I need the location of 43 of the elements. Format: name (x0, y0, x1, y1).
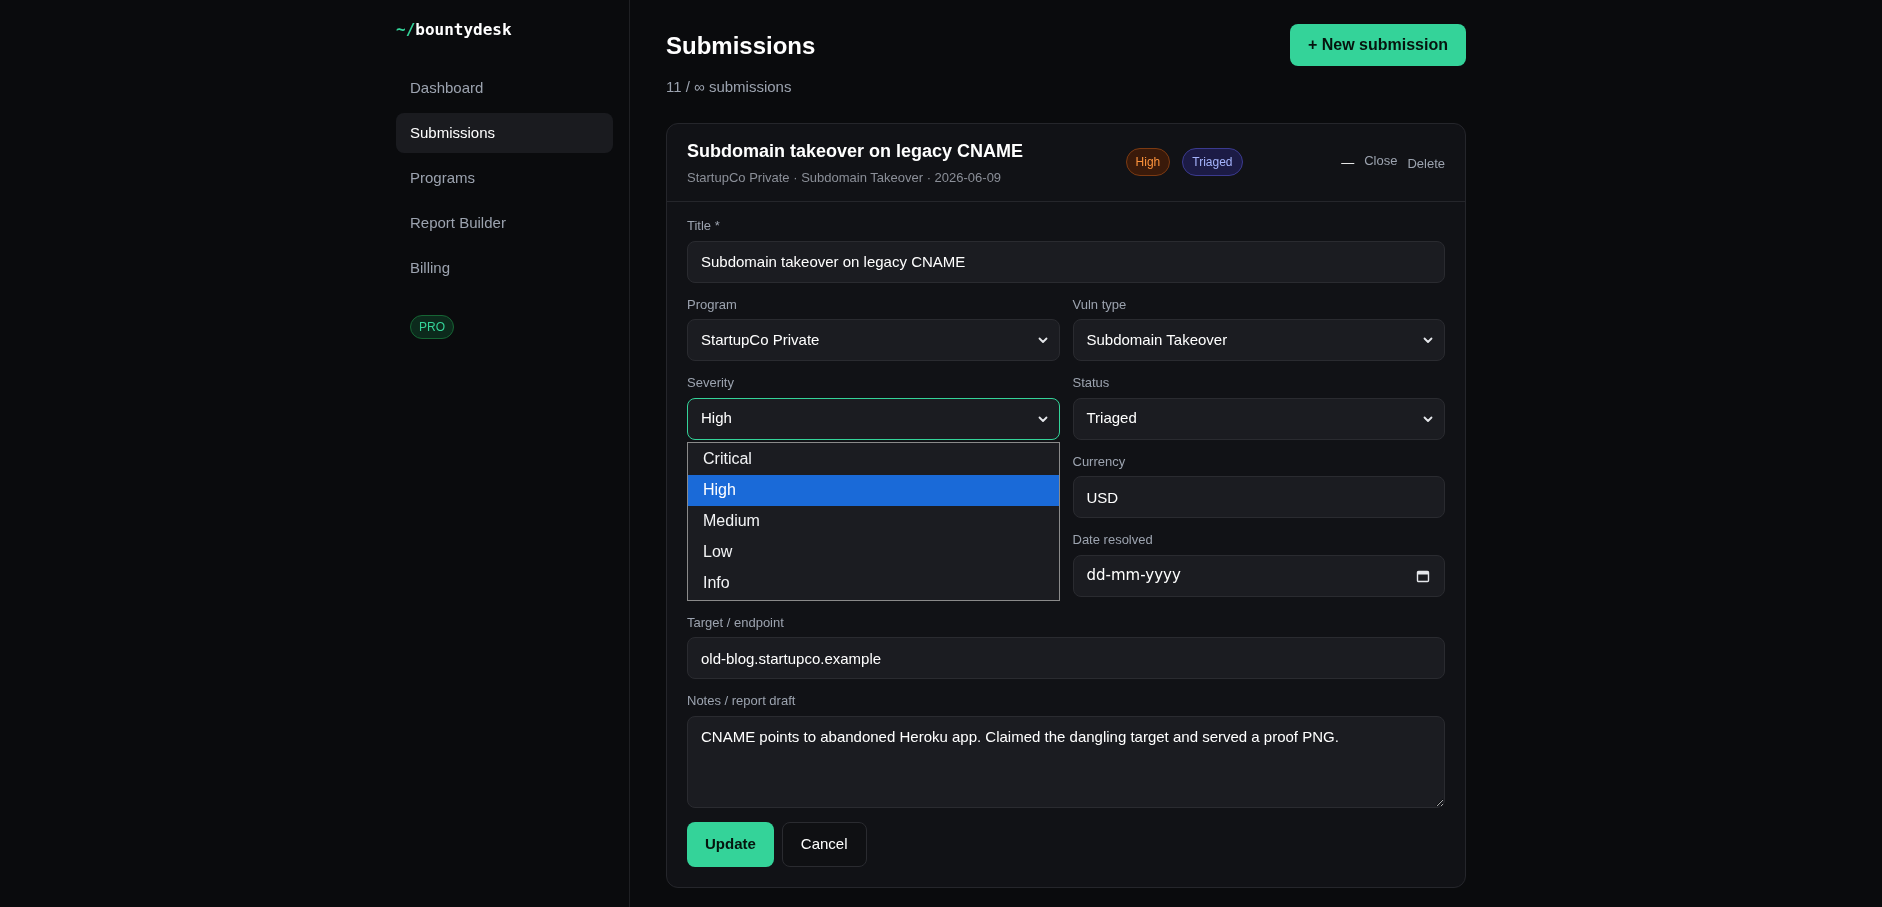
delete-link[interactable]: Delete (1407, 153, 1445, 173)
status-badge: Triaged (1182, 148, 1243, 177)
text-field[interactable]: Subdomain takeover on legacy CNAME (687, 240, 1445, 283)
field-label: Target / endpoint (687, 613, 785, 632)
text-field[interactable]: USD (1072, 476, 1445, 518)
dropdown-option[interactable]: High (688, 474, 1059, 506)
dropdown-option[interactable]: Low (688, 536, 1059, 568)
dropdown-option[interactable]: Medium (688, 505, 1059, 537)
select-field[interactable]: StartupCo Private (687, 319, 1060, 361)
sidebar-item[interactable]: Billing (396, 248, 613, 288)
field-label: Severity (687, 374, 735, 392)
select-field[interactable]: High (687, 397, 1060, 440)
select-field[interactable]: Subdomain Takeover (1072, 319, 1445, 361)
notes-field[interactable]: CNAME points to abandoned Heroku app. Claimed the dangling target and served a proof PNG. (687, 715, 1445, 808)
sidebar-item[interactable]: Submissions (396, 113, 613, 153)
plan-badge: PRO (410, 315, 454, 339)
field-label: Vuln type (1072, 295, 1128, 314)
submission-meta: StartupCo Private · Subdomain Takeover · 2026-06-09 (687, 168, 1003, 187)
new-submission-button[interactable]: + New submission (1289, 24, 1466, 66)
field-label: Title * (687, 217, 721, 235)
close-link[interactable]: Close (1364, 150, 1398, 170)
app-logo: ~/bountydesk (396, 19, 513, 41)
field-label: Program (687, 295, 738, 314)
collapse-glyph[interactable]: — (1341, 152, 1355, 172)
field-label: Currency (1072, 452, 1127, 471)
sidebar-item[interactable]: Report Builder (396, 203, 613, 243)
sidebar-item[interactable]: Programs (396, 158, 613, 198)
dropdown-option[interactable]: Critical (688, 443, 1059, 475)
cancel-button[interactable]: Cancel (781, 821, 867, 867)
text-field[interactable]: old-blog.startupco.example (687, 637, 1445, 679)
select-field[interactable]: Triaged (1072, 397, 1445, 440)
date-field[interactable]: dd-mm-yyyy (1072, 554, 1445, 597)
submission-title: Subdomain takeover on legacy CNAME (687, 139, 1025, 163)
sidebar-item[interactable]: Dashboard (396, 68, 613, 108)
update-button[interactable]: Update (687, 821, 774, 867)
page-title: Submissions (666, 32, 816, 60)
field-label: Date resolved (1072, 531, 1154, 549)
field-label: Status (1072, 374, 1111, 392)
severity-badge: High (1125, 148, 1171, 177)
calendar-icon (1416, 568, 1430, 583)
dropdown-option[interactable]: Info (688, 567, 1059, 599)
submission-count: 11 / ∞ submissions (666, 77, 793, 97)
field-label: Notes / report draft (687, 692, 797, 710)
